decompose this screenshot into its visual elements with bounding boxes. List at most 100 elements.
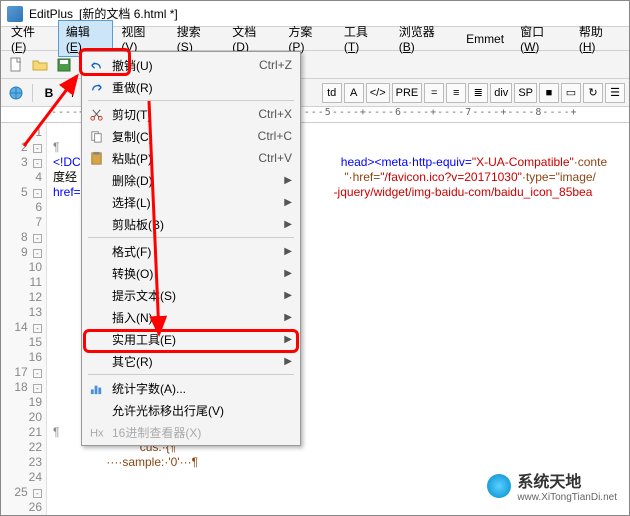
toolbar-separator [32,84,33,102]
menu-item[interactable]: 重做(R) [84,76,298,98]
menu-item-文件[interactable]: 文件(F) [3,20,58,57]
cut-icon [86,104,106,124]
watermark-url: www.XiTongTianDi.net [517,492,617,503]
menu-item-浏览器[interactable]: 浏览器(B) [391,20,458,57]
submenu-arrow-icon: ▶ [284,268,292,279]
format-button[interactable]: ☰ [605,83,625,103]
blank-icon [86,351,106,371]
menu-item[interactable]: 删除(D) ▶ [84,169,298,191]
line-number: 17 - [1,365,42,380]
line-number: 20 [1,410,42,425]
format-button[interactable]: = [424,83,444,103]
menu-item-label: 撤销(U) [112,57,253,74]
format-button[interactable]: ↻ [583,83,603,103]
format-button[interactable]: PRE [392,83,423,103]
line-number: 16 [1,350,42,365]
menu-bar: 文件(F)编辑(E)视图(V)搜索(S)文档(D)方案(P)工具(T)浏览器(B… [1,27,629,51]
watermark-name: 系统天地 [517,474,581,491]
line-gutter: 12 -3 -45 -678 -9 -1011121314 -151617 -1… [1,123,47,515]
world-icon[interactable] [5,82,27,104]
line-number: 14 - [1,320,42,335]
edit-menu-dropdown: 撤销(U) Ctrl+Z 重做(R) 剪切(T)Ctrl+X 复制(C) Ctrl+C 粘贴… [81,51,301,446]
format-button[interactable]: ■ [539,83,559,103]
menu-item[interactable]: 其它(R) ▶ [84,350,298,372]
line-number: 5 - [1,185,42,200]
format-button[interactable]: td [322,83,342,103]
menu-item-label: 转换(O) [112,265,278,282]
line-number: 18 - [1,380,42,395]
menu-item[interactable]: 剪贴板(B)▶ [84,213,298,235]
stats-icon [86,378,106,398]
menu-item-工具[interactable]: 工具(T) [336,20,391,57]
submenu-arrow-icon: ▶ [284,356,292,367]
format-button[interactable]: ▭ [561,83,581,103]
menu-item[interactable]: 允许光标移出行尾(V) [84,399,298,421]
menu-item-label: 粘贴(P) [112,150,252,167]
submenu-arrow-icon: ▶ [284,312,292,323]
submenu-arrow-icon: ▶ [284,246,292,257]
blank-icon [86,400,106,420]
menu-item-窗口[interactable]: 窗口(W) [512,20,571,57]
line-number: 8 - [1,230,42,245]
menu-item-label: 剪切(T) [112,106,252,123]
blank-icon [86,170,106,190]
menu-item-label: 16进制查看器(X) [112,424,292,441]
menu-item[interactable]: 格式(F)▶ [84,240,298,262]
line-number: 3 - [1,155,42,170]
menu-item[interactable]: 转换(O) ▶ [84,262,298,284]
menu-item-label: 重做(R) [112,79,292,96]
open-file-button[interactable] [29,54,51,76]
format-button[interactable]: </> [366,83,390,103]
menu-item[interactable]: 粘贴(P) Ctrl+V [84,147,298,169]
line-number: 9 - [1,245,42,260]
menu-item-label: 其它(R) [112,353,278,370]
format-button[interactable]: ≣ [468,83,488,103]
blank-icon [86,241,106,261]
format-button[interactable]: SP [514,83,537,103]
menu-item-label: 删除(D) [112,172,278,189]
line-number: 12 [1,290,42,305]
menu-item[interactable]: 提示文本(S) ▶ [84,284,298,306]
blank-icon [86,214,106,234]
format-button[interactable]: A [344,83,364,103]
watermark: 系统天地 www.XiTongTianDi.net [487,468,617,503]
submenu-arrow-icon: ▶ [284,175,292,186]
menu-item-Emmet[interactable]: Emmet [458,29,512,49]
menu-separator [88,237,294,238]
new-file-button[interactable] [5,54,27,76]
line-number: 15 [1,335,42,350]
line-number: 22 [1,440,42,455]
app-title: EditPlus [29,7,73,21]
menu-accelerator: Ctrl+C [258,129,292,143]
format-button[interactable]: div [490,83,512,103]
menu-item[interactable]: 复制(C) Ctrl+C [84,125,298,147]
menu-accelerator: Ctrl+Z [259,58,292,72]
format-button[interactable]: ≡ [446,83,466,103]
line-number: 26 [1,500,42,515]
menu-item[interactable]: 插入(N)▶ [84,306,298,328]
line-number: 10 [1,260,42,275]
bold-button[interactable]: B [38,82,60,104]
menu-item[interactable]: 统计字数(A)... [84,377,298,399]
line-number: 23 [1,455,42,470]
submenu-arrow-icon: ▶ [284,334,292,345]
menu-item-label: 选择(L) [112,194,278,211]
menu-item[interactable]: 选择(L) ▶ [84,191,298,213]
submenu-arrow-icon: ▶ [284,197,292,208]
menu-item-label: 复制(C) [112,128,252,145]
menu-item[interactable]: 剪切(T)Ctrl+X [84,103,298,125]
line-number: 24 [1,470,42,485]
menu-item-label: 提示文本(S) [112,287,278,304]
submenu-arrow-icon: ▶ [284,290,292,301]
blank-icon [86,263,106,283]
menu-accelerator: Ctrl+V [258,151,292,165]
menu-separator [88,374,294,375]
paste-icon [86,148,106,168]
blank-icon [86,329,106,349]
menu-item[interactable]: 撤销(U) Ctrl+Z [84,54,298,76]
menu-item[interactable]: 实用工具(E)▶ [84,328,298,350]
copy-icon [86,126,106,146]
menu-separator [88,100,294,101]
menu-item-帮助[interactable]: 帮助(H) [571,20,627,57]
redo-icon [86,77,106,97]
